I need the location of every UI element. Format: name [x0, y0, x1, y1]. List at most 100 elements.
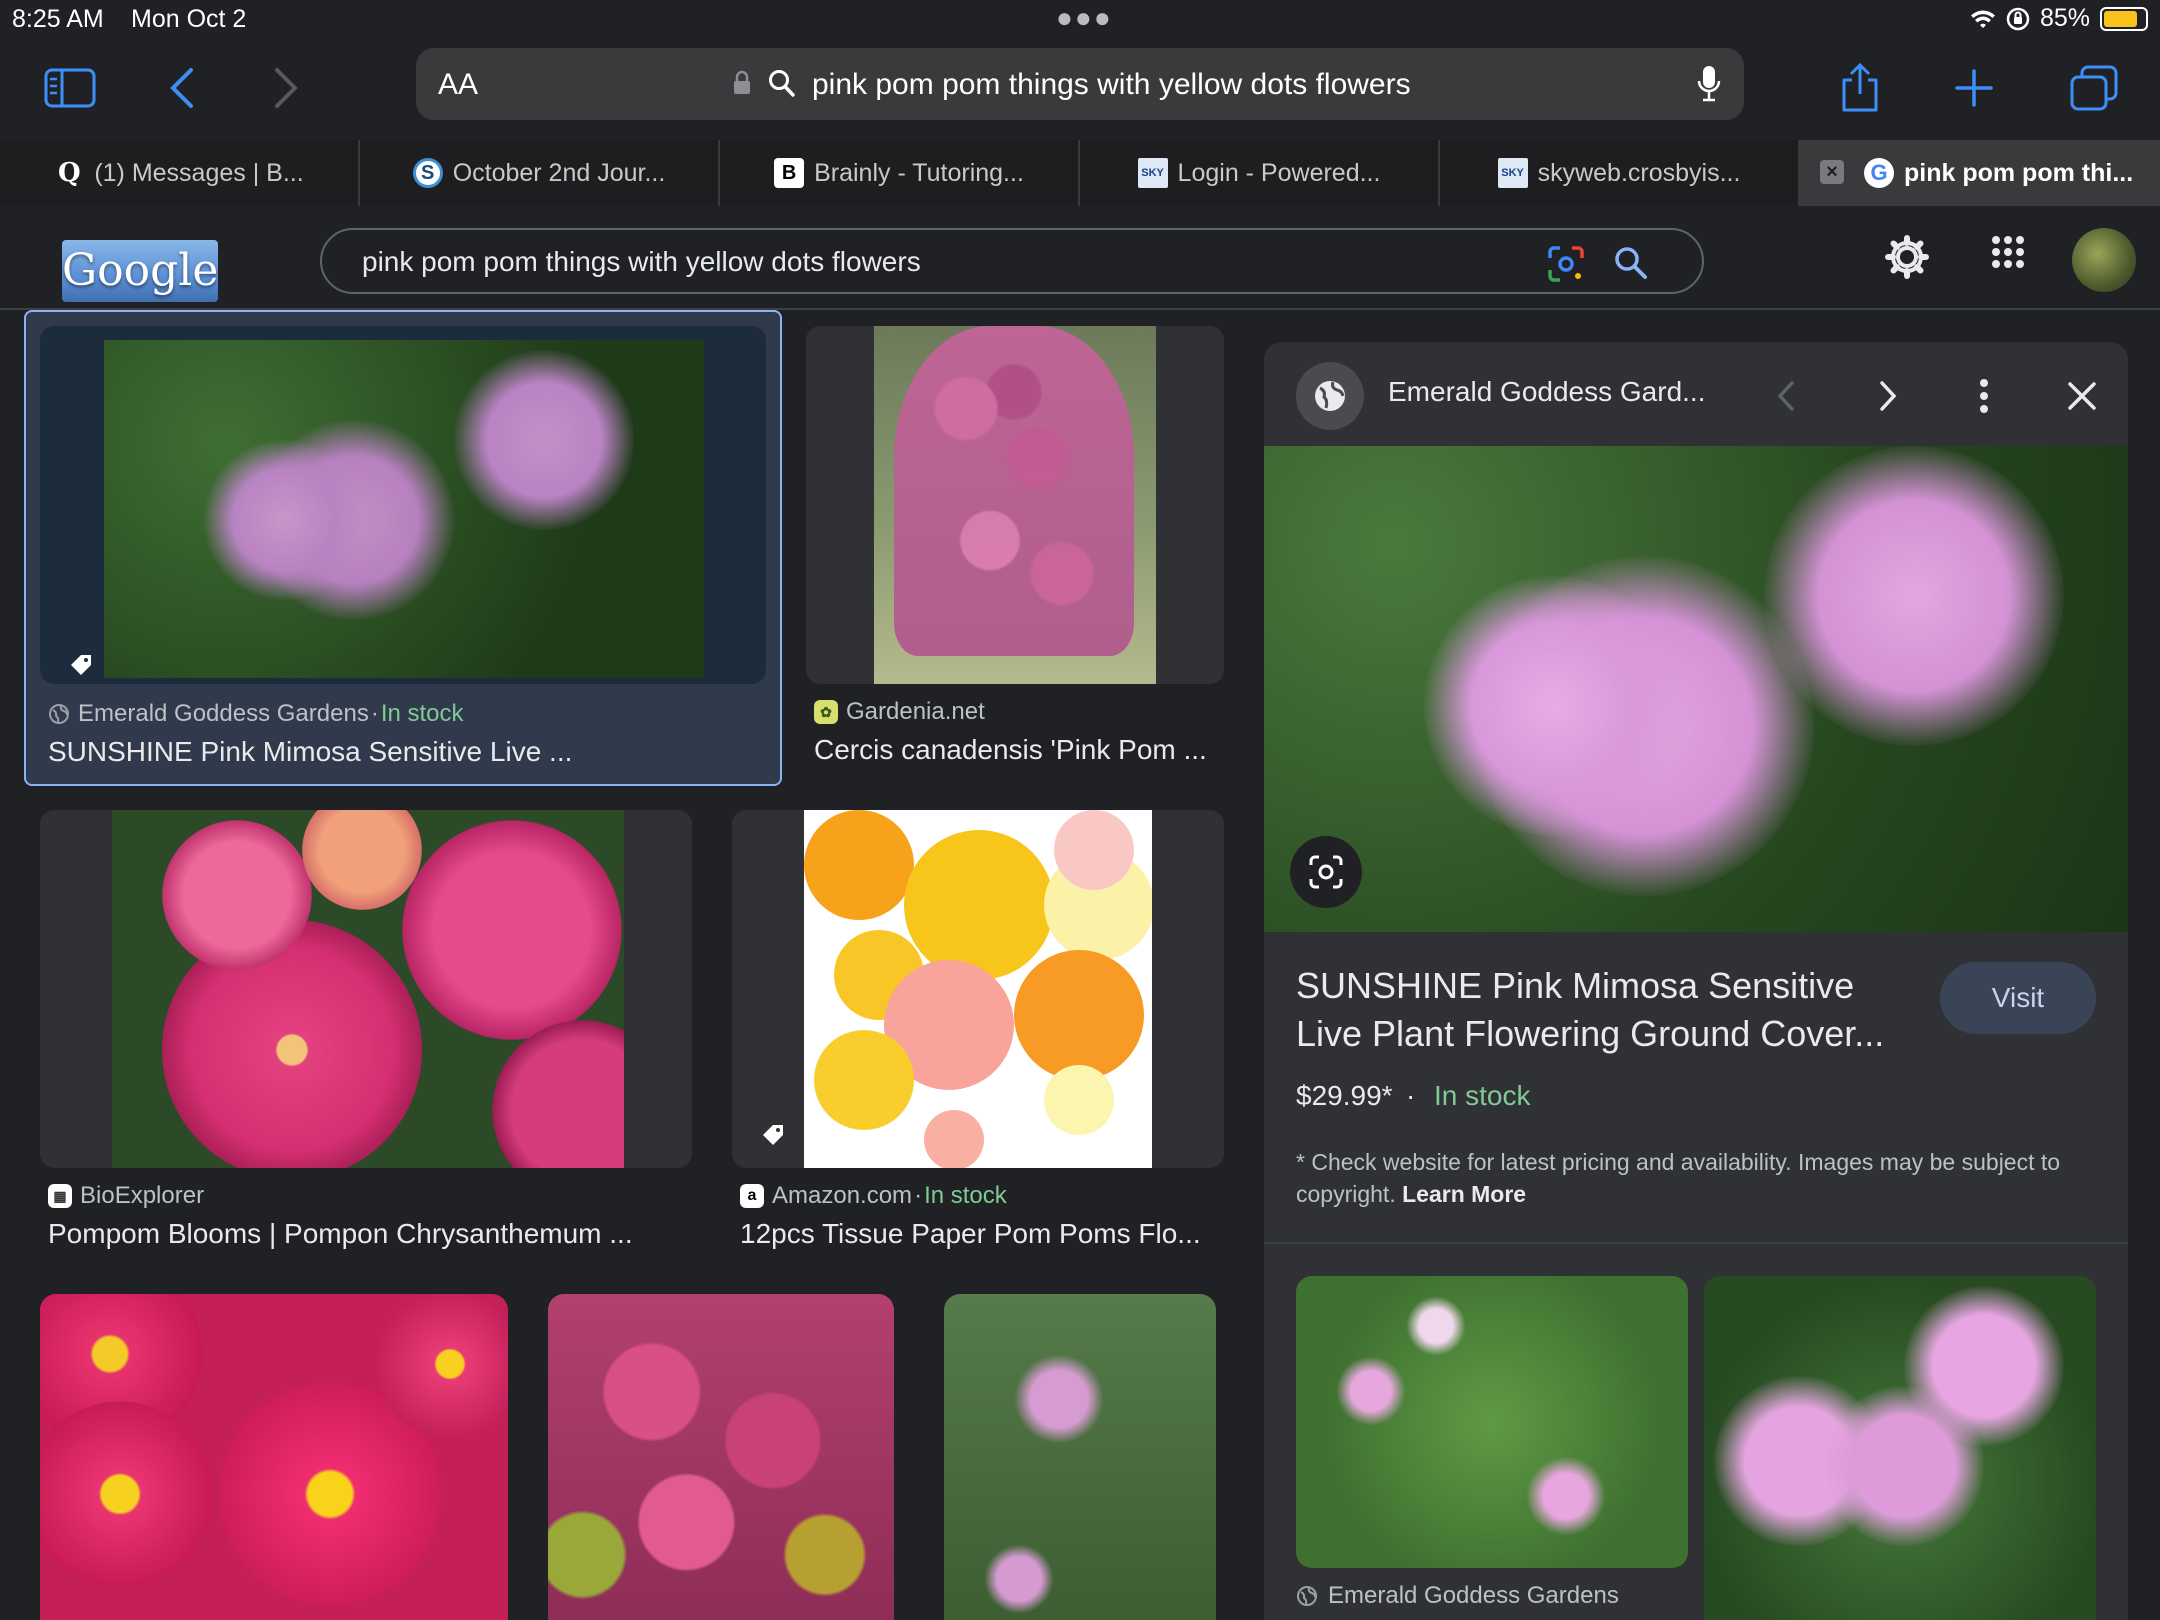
related-source[interactable]: Emerald Goddess Gardens: [1296, 1582, 1619, 1610]
result-thumbnail[interactable]: [732, 810, 1224, 1168]
tab-brainly[interactable]: B Brainly - Tutoring...: [720, 140, 1080, 206]
image-preview-panel: Emerald Goddess Gard... SUNSHINE Pink Mi…: [1264, 342, 2128, 1620]
tab-strip: Q (1) Messages | B... S October 2nd Jour…: [0, 140, 2160, 206]
result-source[interactable]: a Amazon.com · In stock: [740, 1182, 1007, 1210]
price-tag-icon: [71, 655, 91, 675]
result-card-tissue-pompoms[interactable]: a Amazon.com · In stock 12pcs Tissue Pap…: [732, 810, 1224, 1264]
related-image-1[interactable]: [1296, 1276, 1688, 1568]
close-tab-icon[interactable]: ×: [1820, 160, 1844, 184]
orientation-lock-icon: [2006, 7, 2030, 30]
result-thumbnail[interactable]: [40, 810, 692, 1168]
result-title[interactable]: SUNSHINE Pink Mimosa Sensitive Live ...: [48, 736, 572, 768]
lock-icon: [734, 70, 750, 94]
site-globe-icon[interactable]: [1296, 362, 1364, 430]
search-query[interactable]: pink pom pom things with yellow dots flo…: [362, 246, 921, 278]
result-source[interactable]: Emerald Goddess Gardens · In stock: [48, 700, 464, 728]
microphone-icon[interactable]: [1696, 64, 1722, 104]
redbud-photo: [874, 326, 1156, 684]
result-thumbnail[interactable]: [40, 326, 766, 684]
brainly-icon: B: [774, 158, 805, 188]
search-button-icon[interactable]: [1612, 244, 1650, 282]
result-thumbnail-blossom[interactable]: [548, 1294, 894, 1620]
visit-button[interactable]: Visit: [1940, 962, 2096, 1034]
sky-icon: SKY: [1137, 158, 1168, 188]
price-separator: ·: [1406, 1080, 1416, 1111]
s-circle-icon: S: [412, 158, 443, 188]
tab-messages[interactable]: Q (1) Messages | B...: [0, 140, 360, 206]
result-title[interactable]: Pompom Blooms | Pompon Chrysanthemum ...: [48, 1218, 633, 1250]
status-time: 8:25 AM: [12, 5, 104, 33]
quora-icon: Q: [58, 158, 81, 188]
next-image-button[interactable]: [1860, 368, 1916, 424]
globe-icon: [1297, 1586, 1317, 1606]
result-thumbnail-mimosa-small[interactable]: [944, 1294, 1216, 1620]
learn-more-link[interactable]: Learn More: [1402, 1181, 1526, 1207]
address-bar[interactable]: AA pink pom pom things with yellow dots …: [416, 48, 1744, 120]
result-card-mimosa[interactable]: Emerald Goddess Gardens · In stock SUNSH…: [24, 310, 782, 786]
status-bar: 8:25 AM Mon Oct 2 ●●● 85%: [0, 0, 2160, 40]
close-icon[interactable]: [2054, 368, 2110, 424]
bioexplorer-icon: ▦: [48, 1184, 72, 1208]
tab-overview-icon[interactable]: [2064, 58, 2124, 118]
related-source-name: Emerald Goddess Gardens: [1328, 1582, 1619, 1609]
multitasking-dots-icon[interactable]: ●●●: [1056, 2, 1113, 34]
google-lens-icon[interactable]: [1546, 244, 1586, 284]
wifi-icon: [1970, 10, 1995, 28]
share-icon[interactable]: [1830, 58, 1890, 118]
url-text[interactable]: pink pom pom things with yellow dots flo…: [812, 68, 1411, 102]
panel-site-name[interactable]: Emerald Goddess Gard...: [1388, 376, 1705, 408]
back-button[interactable]: [152, 58, 212, 118]
source-name: BioExplorer: [80, 1182, 205, 1209]
mimosa-photo: [104, 340, 704, 678]
tab-skyweb[interactable]: SKY skyweb.crosbyis...: [1440, 140, 1800, 206]
result-title[interactable]: 12pcs Tissue Paper Pom Poms Flo...: [740, 1218, 1201, 1250]
stock-status: In stock: [1434, 1080, 1531, 1111]
tab-label: Login - Powered...: [1177, 158, 1381, 187]
sky-icon: SKY: [1497, 158, 1528, 188]
lens-search-icon[interactable]: [1290, 836, 1362, 908]
result-source[interactable]: ✿ Gardenia.net: [814, 698, 985, 726]
related-image-2[interactable]: [1704, 1276, 2096, 1620]
sidebar-toggle-icon[interactable]: [40, 58, 100, 118]
result-title[interactable]: Cercis canadensis 'Pink Pom ...: [814, 734, 1207, 766]
source-name: Gardenia.net: [846, 698, 985, 725]
stock-separator: ·: [370, 700, 379, 727]
result-thumbnail[interactable]: [806, 326, 1224, 684]
search-icon: [769, 70, 795, 97]
previous-image-button[interactable]: [1758, 368, 1814, 424]
google-search-box[interactable]: pink pom pom things with yellow dots flo…: [320, 228, 1704, 294]
tab-google-active[interactable]: × G pink pom pom thi...: [1800, 140, 2160, 206]
new-tab-plus-icon[interactable]: [1944, 58, 2004, 118]
result-thumbnail-daisy[interactable]: [40, 1294, 508, 1620]
forward-button[interactable]: [256, 58, 316, 118]
reader-aa-button[interactable]: AA: [438, 68, 478, 102]
tab-label: Brainly - Tutoring...: [814, 158, 1024, 187]
google-icon: G: [1864, 158, 1894, 188]
result-card-chrysanthemum[interactable]: ▦ BioExplorer Pompom Blooms | Pompon Chr…: [40, 810, 692, 1264]
more-options-icon[interactable]: [1956, 368, 2012, 424]
account-avatar[interactable]: [2072, 228, 2136, 292]
tissue-pompom-photo: [804, 810, 1152, 1168]
globe-icon: [49, 704, 69, 724]
battery-icon: [2100, 6, 2148, 31]
stock-status: In stock: [924, 1182, 1007, 1209]
google-doodle-logo[interactable]: Google: [62, 240, 218, 302]
result-source[interactable]: ▦ BioExplorer: [48, 1182, 204, 1210]
tab-label: (1) Messages | B...: [94, 158, 304, 187]
apps-grid-icon[interactable]: [1990, 234, 2026, 270]
panel-title[interactable]: SUNSHINE Pink Mimosa Sensitive Live Plan…: [1296, 962, 1916, 1058]
source-name: Amazon.com: [772, 1182, 913, 1209]
divider: [1264, 1242, 2128, 1244]
browser-toolbar: AA pink pom pom things with yellow dots …: [0, 40, 2160, 140]
settings-gear-icon[interactable]: [1884, 234, 1930, 280]
gardenia-icon: ✿: [814, 700, 838, 724]
price-tag-icon: [763, 1125, 783, 1145]
tab-login[interactable]: SKY Login - Powered...: [1080, 140, 1440, 206]
tab-label: October 2nd Jour...: [452, 158, 666, 187]
tab-label: skyweb.crosbyis...: [1537, 158, 1741, 187]
result-card-cercis[interactable]: ✿ Gardenia.net Cercis canadensis 'Pink P…: [806, 326, 1224, 786]
preview-image[interactable]: [1264, 446, 2128, 932]
disclaimer: * Check website for latest pricing and a…: [1296, 1146, 2096, 1210]
tab-journal[interactable]: S October 2nd Jour...: [360, 140, 720, 206]
stock-separator: ·: [914, 1182, 923, 1209]
